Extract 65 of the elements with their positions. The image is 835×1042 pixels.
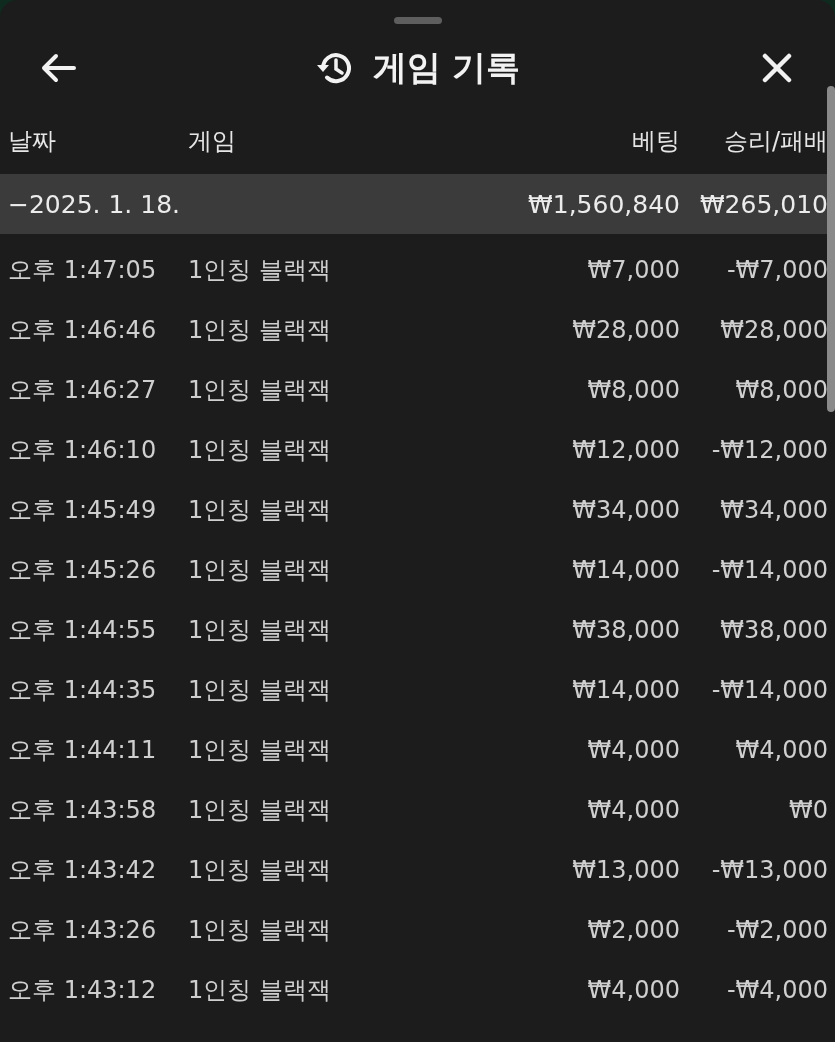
table-cell-text: -₩2,000 — [725, 916, 829, 944]
table-cell-text: 오후 1:43:12 — [8, 975, 158, 1006]
table-cell-text: 1인칭 블랙잭 — [188, 315, 332, 346]
table-cell-text: ₩14,000 — [571, 556, 681, 584]
table-cell-text: ₩34,000 — [571, 496, 681, 524]
table-cell-text: 1인칭 블랙잭 — [188, 915, 332, 946]
table-cell-text: ₩4,000 — [586, 976, 681, 1004]
table-cell-text: ₩8,000 — [734, 376, 829, 404]
table-cell-text: 1인칭 블랙잭 — [188, 675, 332, 706]
table-cell-text: -₩4,000 — [725, 976, 829, 1004]
table-cell-text: ₩7,000 — [586, 256, 681, 284]
scrollbar[interactable] — [827, 86, 835, 412]
table-cell-text: 오후 1:46:27 — [8, 375, 158, 406]
table-cell-text: ₩13,000 — [571, 856, 681, 884]
table-cell-text: 1인칭 블랙잭 — [188, 975, 332, 1006]
table-cell-text: -₩12,000 — [710, 436, 829, 464]
table-cell-text: 오후 1:43:58 — [8, 795, 158, 826]
column-header: 승리/패배 — [722, 126, 829, 157]
table-cell-text: -₩7,000 — [725, 256, 829, 284]
history-icon — [314, 50, 353, 86]
column-header: 게임 — [188, 126, 237, 157]
table-cell-text: ₩4,000 — [586, 736, 681, 764]
table-cell-text: 오후 1:43:26 — [8, 915, 158, 946]
date-group-label[interactable]: −2025. 1. 18. — [8, 189, 188, 219]
table-cell-text: ₩12,000 — [571, 436, 681, 464]
table-cell-text: 1인칭 블랙잭 — [188, 495, 332, 526]
table-cell-text: ₩38,000 — [719, 616, 829, 644]
table-cell-text: 1인칭 블랙잭 — [188, 735, 332, 766]
table-cell-text: 1인칭 블랙잭 — [188, 435, 332, 466]
table-cell-text: 1인칭 블랙잭 — [188, 615, 332, 646]
table-cell-text: 오후 1:44:35 — [8, 675, 158, 706]
table-cell-text: 1인칭 블랙잭 — [188, 855, 332, 886]
table-cell-text: 1인칭 블랙잭 — [188, 375, 332, 406]
table-cell-text: -₩14,000 — [710, 556, 829, 584]
window-title: 게임 기록 — [372, 46, 521, 89]
column-header: 날짜 — [8, 126, 57, 157]
table-cell-text: ₩38,000 — [571, 616, 681, 644]
table-cell-text: 1인칭 블랙잭 — [188, 555, 332, 586]
table-cell-text: ₩2,000 — [586, 916, 681, 944]
total-bet: ₩1,560,840 — [527, 189, 681, 219]
table-cell-text: ₩28,000 — [719, 316, 829, 344]
table-cell-text: -₩14,000 — [710, 676, 829, 704]
total-result: ₩265,010 — [698, 189, 829, 219]
drag-handle[interactable] — [393, 17, 442, 24]
table-cell-text: ₩0 — [788, 796, 829, 824]
table-cell-text: 오후 1:46:46 — [8, 315, 158, 346]
table-cell-text: 오후 1:46:10 — [8, 435, 158, 466]
table-cell-text: ₩14,000 — [571, 676, 681, 704]
table-cell-text: 1인칭 블랙잭 — [188, 795, 332, 826]
table-cell-text: 오후 1:45:49 — [8, 495, 158, 526]
table-cell-text: 1인칭 블랙잭 — [188, 255, 332, 286]
close-icon — [761, 52, 793, 84]
column-header: 베팅 — [631, 126, 681, 157]
table-cell-text: ₩4,000 — [734, 736, 829, 764]
table-cell-text: ₩8,000 — [586, 376, 681, 404]
table-cell-text: -₩13,000 — [710, 856, 829, 884]
table-cell-text: ₩4,000 — [586, 796, 681, 824]
back-arrow-icon — [40, 53, 76, 83]
table-cell-text: 오후 1:47:05 — [8, 255, 158, 286]
table-cell-text: 오후 1:44:55 — [8, 615, 158, 646]
table-cell-text: ₩28,000 — [571, 316, 681, 344]
table-cell-text: 오후 1:45:26 — [8, 555, 158, 586]
table-cell-text: ₩34,000 — [719, 496, 829, 524]
table-cell-text: 오후 1:43:42 — [8, 855, 158, 886]
table-cell-text: 오후 1:44:11 — [8, 735, 158, 766]
